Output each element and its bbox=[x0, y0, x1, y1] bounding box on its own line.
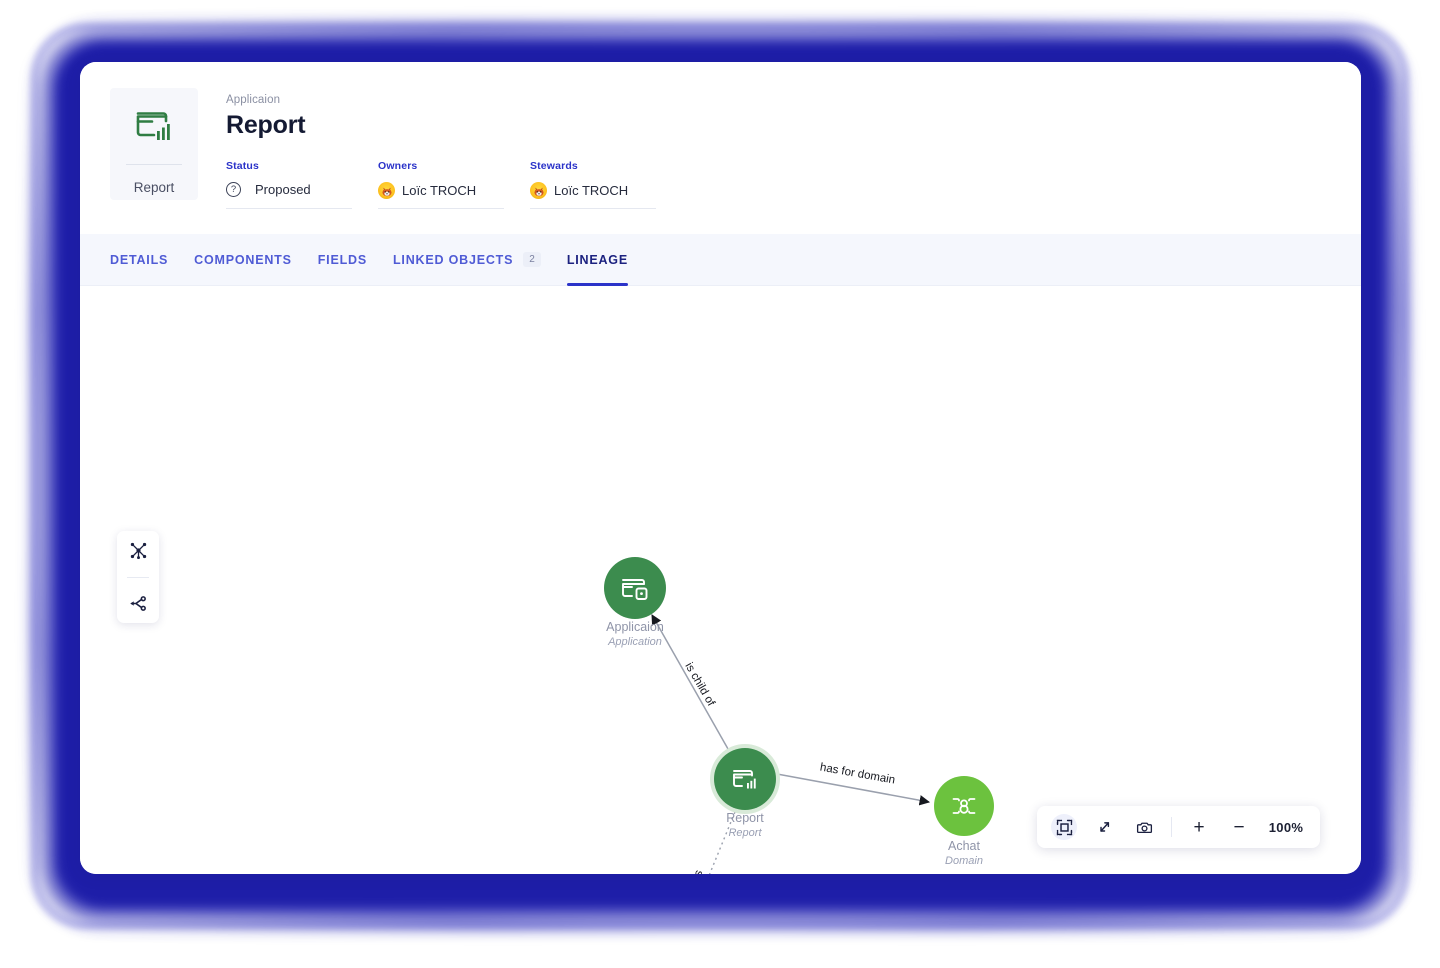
tab-lineage[interactable]: LINEAGE bbox=[566, 234, 629, 286]
tab-components[interactable]: COMPONENTS bbox=[194, 234, 292, 286]
entity-meta-row: Status ? Proposed Owners Loïc TROCH Stew… bbox=[226, 160, 1331, 209]
zoom-toolbar: + − 100% bbox=[1037, 806, 1320, 848]
entity-eyebrow: Applicaion bbox=[226, 94, 281, 106]
tab-fields[interactable]: FIELDS bbox=[318, 234, 367, 286]
steward-name: Loïc TROCH bbox=[554, 183, 629, 198]
edge-has-for-domain: has for domain bbox=[776, 762, 931, 806]
graph-layout-icon[interactable] bbox=[125, 538, 151, 564]
graph-node-application[interactable] bbox=[604, 557, 666, 619]
meta-status-label: Status bbox=[226, 160, 259, 172]
meta-stewards: Stewards Loïc TROCH bbox=[530, 160, 656, 209]
share-tree-icon[interactable] bbox=[125, 591, 151, 617]
entity-type-card: Report bbox=[110, 88, 198, 200]
zoom-out-button[interactable]: − bbox=[1226, 814, 1252, 840]
entity-card-divider bbox=[126, 164, 182, 165]
rail-divider bbox=[127, 576, 149, 578]
lineage-canvas[interactable]: is child of has for domain uses bbox=[80, 286, 1361, 874]
fox-avatar bbox=[530, 182, 547, 199]
zoom-out-label: − bbox=[1233, 816, 1245, 838]
owner-name: Loïc TROCH bbox=[402, 183, 477, 198]
entity-header: Report Applicaion Report Status ? Propos… bbox=[80, 62, 1361, 234]
zoom-level: 100% bbox=[1268, 819, 1304, 835]
fox-avatar bbox=[378, 182, 395, 199]
lineage-graph: is child of has for domain uses bbox=[604, 557, 994, 874]
tab-details[interactable]: DETAILS bbox=[110, 234, 168, 286]
entity-header-main: Applicaion Report Status ? Proposed Owne… bbox=[226, 88, 1331, 234]
meta-owners-label: Owners bbox=[378, 160, 418, 172]
zoom-toolbar-divider bbox=[1171, 817, 1172, 837]
edge-is-child-of: is child of bbox=[651, 614, 733, 757]
meta-owners: Owners Loïc TROCH bbox=[378, 160, 504, 209]
zoom-in-label: + bbox=[1193, 816, 1205, 838]
page-title: Report bbox=[226, 111, 306, 139]
tab-bar: DETAILS COMPONENTS FIELDS LINKED OBJECTS… bbox=[80, 234, 1361, 286]
zoom-in-button[interactable]: + bbox=[1186, 814, 1212, 840]
screenshot-root: Report Applicaion Report Status ? Propos… bbox=[0, 0, 1440, 968]
expand-arrow-icon[interactable] bbox=[1091, 814, 1117, 840]
graph-tool-rail bbox=[117, 531, 159, 623]
tab-linked-objects[interactable]: LINKED OBJECTS bbox=[393, 234, 513, 286]
meta-status-value-wrap: ? Proposed bbox=[226, 182, 352, 197]
edge-label-uses: uses bbox=[685, 868, 705, 874]
app-window: Report Applicaion Report Status ? Propos… bbox=[80, 62, 1361, 874]
fit-to-screen-icon[interactable] bbox=[1051, 814, 1077, 840]
meta-stewards-label: Stewards bbox=[530, 160, 578, 172]
graph-node-report[interactable] bbox=[710, 744, 780, 814]
edge-label-is-child-of: is child of bbox=[682, 661, 717, 709]
graph-node-achat[interactable] bbox=[934, 776, 994, 836]
status-badge: Proposed bbox=[255, 182, 311, 197]
report-icon bbox=[133, 104, 175, 146]
edge-uses: uses bbox=[685, 811, 736, 874]
meta-owners-value-wrap: Loïc TROCH bbox=[378, 182, 504, 199]
edge-label-has-for-domain: has for domain bbox=[819, 762, 896, 787]
meta-status: Status ? Proposed bbox=[226, 160, 352, 209]
entity-card-caption: Report bbox=[133, 180, 175, 195]
meta-stewards-value-wrap: Loïc TROCH bbox=[530, 182, 656, 199]
camera-icon[interactable] bbox=[1131, 814, 1157, 840]
linked-objects-count-badge: 2 bbox=[523, 252, 541, 267]
question-mark-icon: ? bbox=[226, 182, 241, 197]
